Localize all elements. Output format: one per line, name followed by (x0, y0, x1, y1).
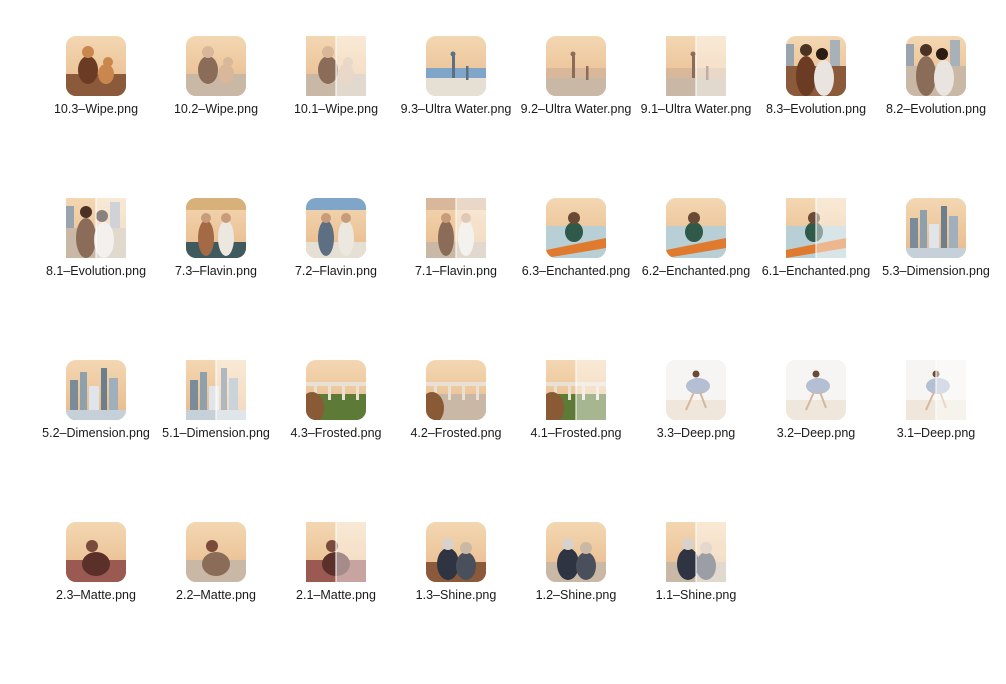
file-name-label: 3.2–Deep.png (776, 426, 856, 440)
file-item[interactable]: 1.2–Shine.png (516, 522, 636, 684)
file-name-label: 9.1–Ultra Water.png (640, 102, 752, 116)
file-name-label: 6.3–Enchanted.png (521, 264, 631, 278)
file-item[interactable]: 4.1–Frosted.png (516, 360, 636, 522)
file-name-label: 9.2–Ultra Water.png (520, 102, 632, 116)
image-thumbnail (546, 36, 606, 96)
file-item[interactable]: 9.2–Ultra Water.png (516, 36, 636, 198)
image-thumbnail (906, 198, 966, 258)
file-name-label: 10.1–Wipe.png (293, 102, 379, 116)
file-item[interactable]: 5.2–Dimension.png (36, 360, 156, 522)
file-item[interactable]: 2.3–Matte.png (36, 522, 156, 684)
file-item[interactable]: 6.1–Enchanted.png (756, 198, 876, 360)
file-name-label: 8.1–Evolution.png (45, 264, 147, 278)
image-thumbnail (66, 198, 126, 258)
file-item[interactable]: 10.1–Wipe.png (276, 36, 396, 198)
image-thumbnail (306, 36, 366, 96)
image-thumbnail (186, 36, 246, 96)
image-thumbnail (666, 36, 726, 96)
file-name-label: 10.3–Wipe.png (53, 102, 139, 116)
file-item[interactable]: 6.3–Enchanted.png (516, 198, 636, 360)
file-item[interactable]: 9.1–Ultra Water.png (636, 36, 756, 198)
file-name-label: 4.1–Frosted.png (530, 426, 622, 440)
image-thumbnail (786, 198, 846, 258)
file-item[interactable]: 9.3–Ultra Water.png (396, 36, 516, 198)
file-name-label: 1.1–Shine.png (655, 588, 737, 602)
image-thumbnail (306, 360, 366, 420)
image-thumbnail (186, 198, 246, 258)
file-name-label: 1.3–Shine.png (415, 588, 497, 602)
file-item[interactable]: 2.1–Matte.png (276, 522, 396, 684)
file-name-label: 5.3–Dimension.png (882, 264, 990, 278)
image-thumbnail (546, 198, 606, 258)
file-item[interactable]: 3.1–Deep.png (876, 360, 996, 522)
image-thumbnail (306, 522, 366, 582)
file-item[interactable]: 10.2–Wipe.png (156, 36, 276, 198)
file-name-label: 5.1–Dimension.png (162, 426, 270, 440)
file-item[interactable]: 4.2–Frosted.png (396, 360, 516, 522)
image-thumbnail (666, 360, 726, 420)
file-name-label: 5.2–Dimension.png (42, 426, 150, 440)
file-name-label: 7.2–Flavin.png (294, 264, 377, 278)
image-thumbnail (66, 522, 126, 582)
file-item[interactable]: 7.3–Flavin.png (156, 198, 276, 360)
image-thumbnail (666, 198, 726, 258)
image-thumbnail (426, 36, 486, 96)
file-item[interactable]: 1.3–Shine.png (396, 522, 516, 684)
file-item[interactable]: 8.1–Evolution.png (36, 198, 156, 360)
file-item[interactable]: 3.3–Deep.png (636, 360, 756, 522)
image-thumbnail (666, 522, 726, 582)
file-name-label: 3.1–Deep.png (896, 426, 976, 440)
image-thumbnail (546, 360, 606, 420)
file-name-label: 8.2–Evolution.png (885, 102, 987, 116)
file-item[interactable]: 3.2–Deep.png (756, 360, 876, 522)
file-name-label: 9.3–Ultra Water.png (400, 102, 512, 116)
image-thumbnail (906, 36, 966, 96)
image-thumbnail (186, 522, 246, 582)
file-name-label: 2.1–Matte.png (296, 588, 376, 602)
file-item[interactable]: 1.1–Shine.png (636, 522, 756, 684)
file-name-label: 7.1–Flavin.png (414, 264, 497, 278)
file-name-label: 3.3–Deep.png (656, 426, 736, 440)
file-name-label: 2.3–Matte.png (56, 588, 136, 602)
file-item[interactable]: 5.3–Dimension.png (876, 198, 996, 360)
file-item[interactable]: 6.2–Enchanted.png (636, 198, 756, 360)
file-name-label: 1.2–Shine.png (535, 588, 617, 602)
file-name-label: 6.1–Enchanted.png (761, 264, 871, 278)
image-thumbnail (786, 36, 846, 96)
file-name-label: 7.3–Flavin.png (174, 264, 257, 278)
file-name-label: 6.2–Enchanted.png (641, 264, 751, 278)
file-item[interactable]: 4.3–Frosted.png (276, 360, 396, 522)
file-item[interactable]: 2.2–Matte.png (156, 522, 276, 684)
image-thumbnail (426, 198, 486, 258)
image-thumbnail (306, 198, 366, 258)
file-item[interactable]: 7.2–Flavin.png (276, 198, 396, 360)
file-item[interactable]: 8.3–Evolution.png (756, 36, 876, 198)
file-item[interactable]: 5.1–Dimension.png (156, 360, 276, 522)
image-thumbnail (426, 360, 486, 420)
file-item[interactable]: 10.3–Wipe.png (36, 36, 156, 198)
image-thumbnail (426, 522, 486, 582)
image-thumbnail (906, 360, 966, 420)
file-name-label: 4.2–Frosted.png (410, 426, 502, 440)
file-name-label: 8.3–Evolution.png (765, 102, 867, 116)
file-name-label: 2.2–Matte.png (176, 588, 256, 602)
file-name-label: 10.2–Wipe.png (173, 102, 259, 116)
image-thumbnail (66, 36, 126, 96)
image-thumbnail (546, 522, 606, 582)
image-thumbnail (186, 360, 246, 420)
file-item[interactable]: 7.1–Flavin.png (396, 198, 516, 360)
file-name-label: 4.3–Frosted.png (290, 426, 382, 440)
image-thumbnail (786, 360, 846, 420)
image-thumbnail (66, 360, 126, 420)
file-grid: 10.3–Wipe.png 10.2–Wipe.png 10.1–Wipe.pn… (36, 36, 996, 684)
file-item[interactable]: 8.2–Evolution.png (876, 36, 996, 198)
